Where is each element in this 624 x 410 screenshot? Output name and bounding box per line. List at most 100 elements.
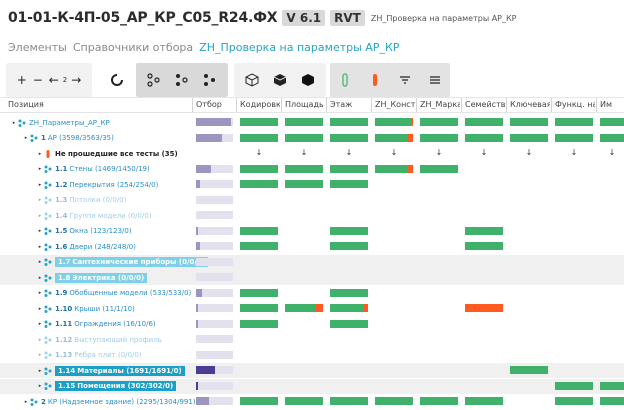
- expand-caret-icon[interactable]: ▸: [36, 275, 44, 281]
- column-header-position[interactable]: Позиция: [6, 98, 192, 112]
- expand-caret-icon[interactable]: ▸: [10, 120, 18, 126]
- cube-solid-icon[interactable]: [300, 72, 316, 88]
- table-row[interactable]: ▸ 1.11 Ограждения (16/10/6): [0, 317, 624, 332]
- tree-node-icon: [44, 243, 52, 251]
- row-number: 1.14: [58, 366, 76, 375]
- table-row[interactable]: ▸ 1.6 Двери (248/248/0): [0, 239, 624, 254]
- ring-icon[interactable]: [109, 72, 125, 88]
- expand-caret-icon[interactable]: ▸: [36, 259, 44, 265]
- column-header-function[interactable]: Функц. наз: [553, 98, 595, 112]
- row-title: Потолки (0/0/0): [69, 196, 127, 204]
- arrow-left-icon[interactable]: ←: [46, 72, 62, 88]
- table-row[interactable]: ▸ 1.9 Обобщенные модели (533/533/0): [0, 286, 624, 301]
- selection-fill: [196, 319, 198, 328]
- column-header-area[interactable]: Площадь: [283, 98, 325, 112]
- test-result-cell: [330, 304, 368, 312]
- filter-icon[interactable]: [397, 72, 413, 88]
- table-row[interactable]: ▸ 1.2 Перекрытия (254/254/0): [0, 177, 624, 192]
- expand-caret-icon[interactable]: ▸: [36, 166, 44, 172]
- cube-outline-icon[interactable]: [244, 72, 260, 88]
- sort-down-icon[interactable]: ↓: [478, 148, 490, 157]
- expand-caret-icon[interactable]: ▸: [36, 182, 44, 188]
- table-row[interactable]: ▸ 1.15 Помещения (302/302/0): [0, 378, 624, 394]
- selection-bar: [196, 211, 233, 219]
- sort-down-icon[interactable]: ↓: [523, 148, 535, 157]
- minus-icon[interactable]: −: [30, 72, 46, 88]
- sort-down-icon[interactable]: ↓: [298, 148, 310, 157]
- expand-caret-icon[interactable]: ▸: [36, 352, 44, 358]
- table-row[interactable]: ▸ 1.14 Материалы (1691/1691/0): [0, 363, 624, 378]
- selection-fill: [196, 180, 200, 188]
- selection-bar: [196, 381, 233, 390]
- row-title: АР: [47, 134, 57, 142]
- expand-caret-icon[interactable]: ▸: [36, 244, 44, 250]
- expand-caret-icon[interactable]: ▸: [36, 321, 44, 327]
- failed-portion: [276, 133, 278, 142]
- flask-red-icon[interactable]: [367, 72, 383, 88]
- table-row[interactable]: ▸ 1.4 Группа модели (0/0/0): [0, 208, 624, 223]
- sort-down-icon[interactable]: ↓: [343, 148, 355, 157]
- test-result-cell: [330, 133, 368, 142]
- tab-filter-directories[interactable]: Справочники отбора: [73, 41, 193, 54]
- test-result-cell: [330, 118, 368, 126]
- tree-one-icon[interactable]: [146, 72, 162, 88]
- expand-caret-icon[interactable]: ▸: [36, 151, 44, 157]
- sort-down-icon[interactable]: ↓: [433, 148, 445, 157]
- table-row[interactable]: ▸ 1.12 Выступающий профиль: [0, 332, 624, 347]
- table-row[interactable]: ▸ ZH_Параметры_АР_КР: [0, 115, 624, 130]
- tab-parameter-check[interactable]: ZH_Проверка на параметры АР_КР: [199, 41, 399, 54]
- expand-caret-icon[interactable]: ▸: [22, 135, 30, 141]
- selection-bar: [196, 288, 233, 297]
- table-row[interactable]: ▸ Не прошедшие все тесты (35) ↓ ↓ ↓ ↓ ↓ ↓ ↓ ↓ ↓: [0, 146, 624, 161]
- column-header-key-group[interactable]: Ключевая г: [508, 98, 550, 112]
- row-number: 1.7: [58, 258, 71, 266]
- table-row[interactable]: ▸ 1.3 Потолки (0/0/0): [0, 193, 624, 208]
- expand-caret-icon[interactable]: ▸: [22, 399, 30, 405]
- table-row[interactable]: ▸ 1 АР (3598/3563/35): [0, 131, 624, 146]
- column-header-name[interactable]: Им: [598, 98, 624, 112]
- selection-fill: [196, 164, 211, 173]
- expand-caret-icon[interactable]: ▸: [36, 337, 44, 343]
- sort-down-icon[interactable]: ↓: [606, 148, 618, 157]
- tree-two-icon[interactable]: [174, 72, 190, 88]
- plus-icon[interactable]: +: [14, 72, 30, 88]
- selection-bar: [196, 118, 233, 126]
- expand-caret-icon[interactable]: ▸: [36, 383, 44, 389]
- sort-down-icon[interactable]: ↓: [253, 148, 265, 157]
- sort-down-icon[interactable]: ↓: [568, 148, 580, 157]
- expand-caret-icon[interactable]: ▸: [36, 213, 44, 219]
- version-badge: V 6.1: [282, 10, 326, 26]
- tab-elements[interactable]: Элементы: [8, 41, 67, 54]
- tree-three-icon[interactable]: [202, 72, 218, 88]
- table-row[interactable]: ▸ 1.1 Стены (1469/1450/19): [0, 162, 624, 177]
- column-header-selection[interactable]: Отбор: [194, 98, 236, 112]
- expand-caret-icon[interactable]: ▸: [36, 368, 44, 374]
- column-header-coding[interactable]: Кодировка: [238, 98, 280, 112]
- row-text: 1.10 Крыши (11/1/10): [55, 305, 135, 313]
- expand-caret-icon[interactable]: ▸: [36, 228, 44, 234]
- sort-down-icon[interactable]: ↓: [388, 148, 400, 157]
- cube-half-icon[interactable]: [272, 72, 288, 88]
- expand-caret-icon[interactable]: ▸: [36, 197, 44, 203]
- column-header-floor[interactable]: Этаж: [328, 98, 370, 112]
- table-row[interactable]: ▸ 1.8 Электрика (0/0/0): [0, 270, 624, 285]
- table-row[interactable]: ▸ 1.7 Сантехнические приборы (0/0/0): [0, 254, 624, 270]
- list-icon[interactable]: [427, 72, 443, 88]
- expand-caret-icon[interactable]: ▸: [36, 306, 44, 312]
- test-result-cell: [240, 118, 278, 126]
- row-title: Группа модели (0/0/0): [69, 211, 152, 220]
- column-header-family[interactable]: Семейство: [463, 98, 505, 112]
- tree-node-icon: [44, 289, 52, 297]
- flask-outline-icon[interactable]: [337, 72, 353, 88]
- row-count: (3598/3563/35): [56, 134, 114, 142]
- row-text: 1.4 Группа модели (0/0/0): [55, 212, 151, 220]
- table-row[interactable]: ▸ 2 КР (Надземное здание) (2295/1304/991): [0, 394, 624, 409]
- row-label: ▸ 1.12 Выступающий профиль: [36, 332, 162, 347]
- table-row[interactable]: ▸ 1.10 Крыши (11/1/10): [0, 301, 624, 316]
- column-header-zh-constr[interactable]: ZH_Констр: [373, 98, 415, 112]
- expand-caret-icon[interactable]: ▸: [36, 290, 44, 296]
- column-header-zh-mark[interactable]: ZH_Марка: [418, 98, 460, 112]
- arrow-right-icon[interactable]: →: [68, 72, 84, 88]
- table-row[interactable]: ▸ 1.13 Ребра плит (0/0/0): [0, 348, 624, 363]
- table-row[interactable]: ▸ 1.5 Окна (123/123/0): [0, 224, 624, 239]
